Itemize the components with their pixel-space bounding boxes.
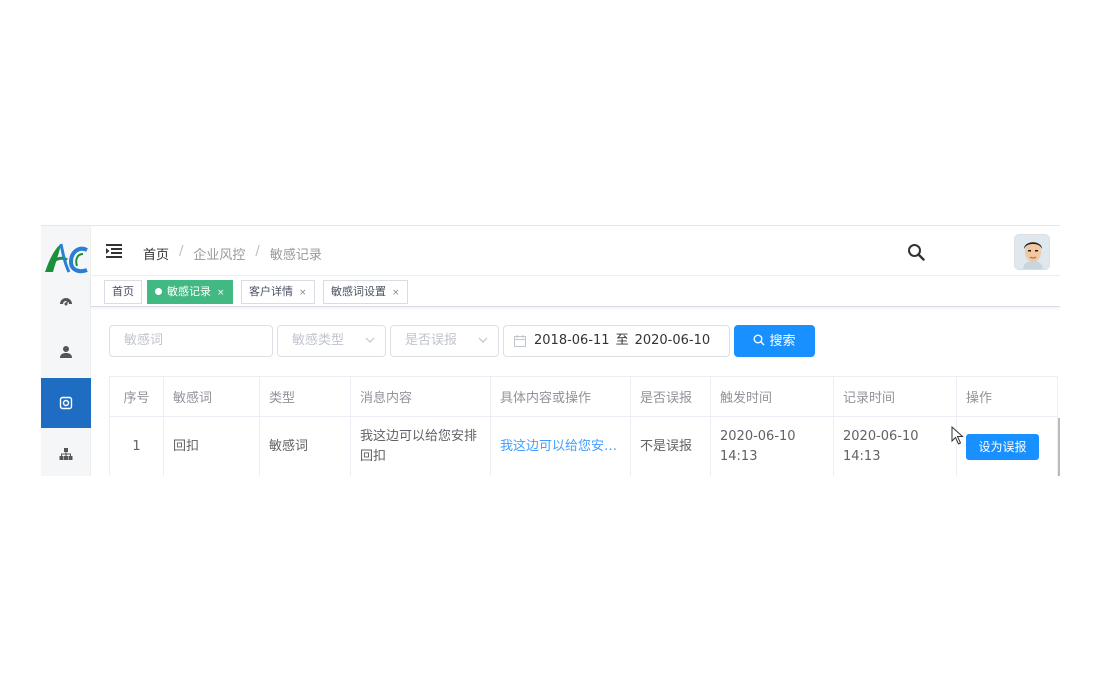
type-select[interactable]: 敏感类型 — [277, 325, 386, 357]
column-header: 消息内容 — [350, 376, 491, 417]
search-icon — [753, 334, 765, 346]
chevron-down-icon — [478, 337, 488, 343]
column-header: 是否误报 — [630, 376, 711, 417]
column-header: 序号 — [109, 376, 164, 417]
date-separator: 至 — [615, 333, 629, 348]
row-message: 我这边可以给您安排回扣 — [350, 416, 491, 476]
scrollbar[interactable] — [1058, 418, 1060, 476]
org-chart-icon — [59, 448, 73, 460]
app-window: 首页 / 企业风控 / 敏感记录 首页 敏感记录 × 客户详情 × 敏感词设置 … — [41, 225, 1060, 476]
date-end[interactable]: 2020-06-10 — [635, 333, 711, 348]
sidebar — [41, 226, 91, 476]
breadcrumb-home[interactable]: 首页 — [143, 244, 169, 263]
sidebar-item-organization[interactable] — [41, 429, 91, 476]
row-false-report: 不是误报 — [630, 416, 711, 476]
avatar[interactable] — [1014, 234, 1050, 270]
search-button[interactable]: 搜索 — [734, 325, 815, 357]
row-detail-link[interactable]: 我这边可以给您安排回扣 — [490, 416, 631, 476]
row-actions: 设为误报 — [956, 416, 1058, 476]
breadcrumb: 首页 / 企业风控 / 敏感记录 — [143, 244, 322, 263]
false-report-select[interactable]: 是否误报 — [390, 325, 499, 357]
table-row: 1 回扣 敏感词 我这边可以给您安排回扣 我这边可以给您安排回扣 不是误报 20… — [109, 416, 1058, 476]
tag-sensitive-word-settings[interactable]: 敏感词设置 × — [323, 280, 408, 304]
mouse-cursor-icon — [951, 426, 964, 445]
keyword-placeholder: 敏感词 — [124, 333, 164, 348]
column-header: 触发时间 — [710, 376, 834, 417]
breadcrumb-separator: / — [255, 244, 260, 259]
column-header: 记录时间 — [833, 376, 957, 417]
active-dot-icon — [155, 288, 162, 295]
breadcrumb-separator: / — [179, 244, 184, 259]
date-start[interactable]: 2018-06-11 — [534, 333, 610, 348]
set-false-report-button[interactable]: 设为误报 — [966, 433, 1039, 460]
tag-sensitive-records[interactable]: 敏感记录 × — [147, 280, 233, 304]
shield-icon — [59, 396, 73, 410]
row-word: 回扣 — [163, 416, 260, 476]
calendar-icon — [514, 335, 526, 347]
column-header: 具体内容或操作 — [490, 376, 631, 417]
false-report-placeholder: 是否误报 — [405, 333, 458, 348]
sidebar-item-users[interactable] — [41, 327, 91, 377]
column-header: 操作 — [956, 376, 1058, 417]
date-range-picker[interactable]: 2018-06-11 至 2020-06-10 — [503, 325, 730, 357]
tag-label: 客户详情 — [249, 285, 293, 298]
close-icon[interactable]: × — [299, 288, 307, 298]
tags-view: 首页 敏感记录 × 客户详情 × 敏感词设置 × — [91, 277, 1060, 307]
breadcrumb-current: 敏感记录 — [269, 248, 322, 263]
keyword-input[interactable]: 敏感词 — [109, 325, 273, 357]
tag-label: 敏感记录 — [167, 285, 211, 298]
main-area: 首页 / 企业风控 / 敏感记录 首页 敏感记录 × 客户详情 × 敏感词设置 … — [91, 226, 1060, 476]
column-header: 敏感词 — [163, 376, 260, 417]
chevron-down-icon — [365, 337, 375, 343]
sidebar-item-dashboard[interactable] — [41, 276, 91, 326]
header: 首页 / 企业风控 / 敏感记录 — [91, 226, 1060, 276]
row-index: 1 — [109, 416, 164, 476]
dashboard-icon — [60, 298, 72, 306]
row-trigger-time: 2020-06-10 14:13 — [710, 416, 834, 476]
close-icon[interactable]: × — [392, 288, 400, 298]
menu-toggle-icon[interactable] — [106, 244, 122, 258]
logo[interactable] — [43, 240, 89, 276]
sidebar-item-risk-control[interactable] — [41, 378, 91, 428]
table-header-row: 序号 敏感词 类型 消息内容 具体内容或操作 是否误报 触发时间 记录时间 操作 — [109, 376, 1058, 417]
close-icon[interactable]: × — [217, 288, 225, 298]
type-placeholder: 敏感类型 — [292, 333, 345, 348]
row-record-time: 2020-06-10 14:13 — [833, 416, 957, 476]
column-header: 类型 — [259, 376, 351, 417]
tag-label: 敏感词设置 — [331, 285, 386, 298]
tag-label: 首页 — [112, 285, 134, 298]
tag-home[interactable]: 首页 — [104, 280, 142, 304]
search-icon[interactable] — [907, 243, 925, 261]
breadcrumb-risk-control[interactable]: 企业风控 — [193, 244, 245, 263]
user-icon — [60, 346, 72, 358]
tag-customer-details[interactable]: 客户详情 × — [241, 280, 315, 304]
records-table: 序号 敏感词 类型 消息内容 具体内容或操作 是否误报 触发时间 记录时间 操作… — [109, 376, 1058, 476]
search-button-label: 搜索 — [769, 334, 796, 349]
row-type: 敏感词 — [259, 416, 351, 476]
